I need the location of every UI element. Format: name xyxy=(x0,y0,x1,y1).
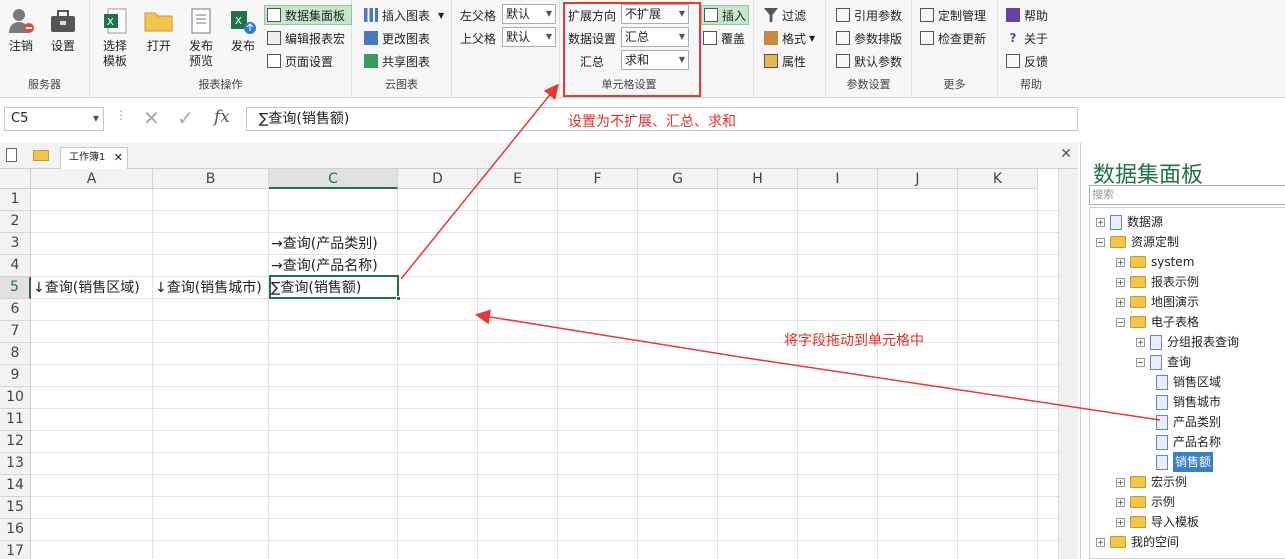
arrow-drag-field xyxy=(475,309,1161,421)
annotation-arrows xyxy=(400,83,1161,421)
arrow-to-settings xyxy=(400,83,559,280)
